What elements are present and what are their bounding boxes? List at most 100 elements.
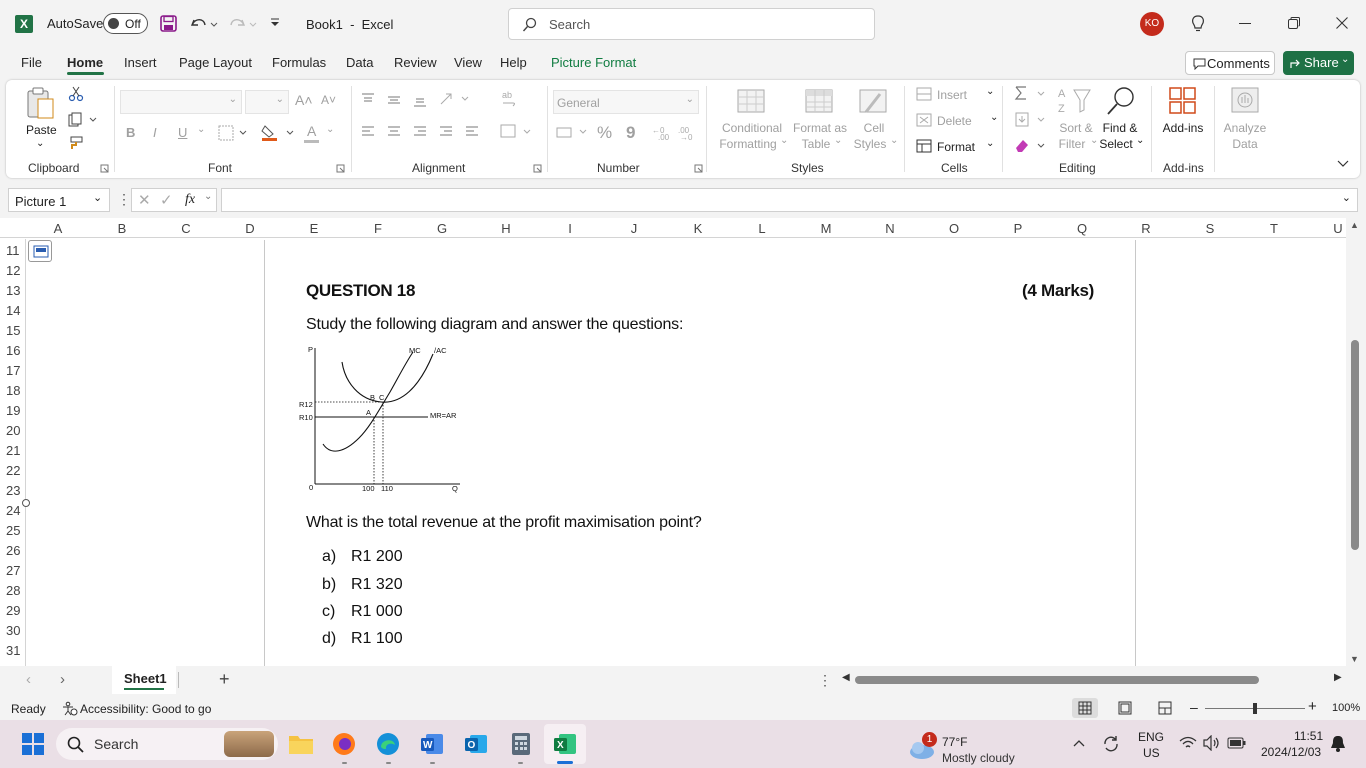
firefox-icon[interactable] — [332, 732, 356, 756]
row-header[interactable]: 26 — [0, 543, 26, 558]
fill-icon[interactable] — [1014, 112, 1048, 128]
bold-button[interactable]: B — [126, 125, 135, 140]
cell-styles-button[interactable]: Cell Styles ⌄ — [852, 86, 900, 156]
borders-icon[interactable] — [218, 125, 248, 141]
row-header[interactable]: 11 — [0, 243, 26, 258]
windows-start-icon[interactable] — [21, 732, 45, 756]
taskbar-excel-active[interactable]: X — [544, 724, 586, 764]
avatar[interactable]: KO — [1140, 12, 1164, 36]
scroll-left-icon[interactable]: ◀ — [842, 672, 850, 683]
weather-condition[interactable]: Mostly cloudy — [942, 751, 1015, 765]
column-header[interactable]: C — [176, 221, 196, 236]
column-header[interactable]: R — [1136, 221, 1156, 236]
language-label-2[interactable]: US — [1143, 746, 1160, 760]
accounting-format-icon[interactable] — [556, 126, 590, 140]
row-header[interactable]: 25 — [0, 523, 26, 538]
column-header[interactable]: Q — [1072, 221, 1092, 236]
more-options-icon[interactable]: ⋮ — [818, 672, 832, 689]
tab-formulas[interactable]: Formulas — [272, 55, 326, 70]
dialog-launcher-icon[interactable] — [336, 164, 345, 173]
row-header[interactable]: 21 — [0, 443, 26, 458]
tab-view[interactable]: View — [454, 55, 482, 70]
align-top-icon[interactable] — [360, 92, 440, 108]
orientation-icon[interactable] — [438, 91, 472, 107]
clock-date[interactable]: 2024/12/03 — [1261, 745, 1321, 759]
close-icon[interactable] — [1336, 17, 1348, 29]
tab-data[interactable]: Data — [346, 55, 373, 70]
column-header[interactable]: O — [944, 221, 964, 236]
clear-icon[interactable] — [1014, 138, 1048, 154]
name-box[interactable]: Picture 1 ⌄ — [8, 188, 110, 212]
sheet-tab-sheet1[interactable]: Sheet1 — [112, 666, 176, 694]
format-as-table-button[interactable]: Format as Table ⌄ — [790, 86, 850, 156]
number-format-dropdown[interactable]: General ⌄ — [553, 90, 699, 114]
font-size-dropdown[interactable]: ⌄ — [245, 90, 289, 114]
minimize-icon[interactable] — [1239, 23, 1251, 24]
insert-cells-button[interactable]: Insert ⌄ — [916, 86, 994, 106]
row-header[interactable]: 13 — [0, 283, 26, 298]
find-select-button[interactable]: Find & Select ⌄ — [1098, 84, 1144, 154]
wrap-text-icon[interactable]: ab — [502, 89, 518, 107]
accessibility-icon[interactable] — [62, 701, 78, 717]
column-header[interactable]: N — [880, 221, 900, 236]
outlook-icon[interactable]: O — [464, 732, 488, 756]
row-header[interactable]: 28 — [0, 583, 26, 598]
edge-icon[interactable] — [376, 732, 400, 756]
tab-insert[interactable]: Insert — [124, 55, 157, 70]
row-header[interactable]: 22 — [0, 463, 26, 478]
undo-icon[interactable] — [189, 14, 219, 34]
dialog-launcher-icon[interactable] — [694, 164, 703, 173]
increase-font-button[interactable]: A˄ — [295, 92, 313, 108]
dialog-launcher-icon[interactable] — [100, 164, 109, 173]
column-header[interactable]: S — [1200, 221, 1220, 236]
page-layout-view-icon[interactable] — [1118, 701, 1132, 715]
accessibility-status[interactable]: Accessibility: Good to go — [80, 702, 211, 716]
taskbar-search[interactable]: Search — [56, 728, 278, 760]
row-header[interactable]: 31 — [0, 643, 26, 658]
column-header[interactable]: U — [1328, 221, 1348, 236]
share-button[interactable]: Share ⌄ — [1283, 51, 1354, 75]
row-header[interactable]: 18 — [0, 383, 26, 398]
analyze-data-button[interactable]: Analyze Data — [1220, 84, 1270, 154]
tab-help[interactable]: Help — [500, 55, 527, 70]
underline-button[interactable]: U — [178, 125, 187, 140]
tab-review[interactable]: Review — [394, 55, 437, 70]
autosum-icon[interactable] — [1014, 86, 1048, 102]
language-label-1[interactable]: ENG — [1138, 730, 1164, 744]
page-break-view-icon[interactable] — [1158, 701, 1172, 715]
save-icon[interactable] — [160, 15, 177, 32]
font-color-button[interactable]: A — [307, 123, 316, 139]
comma-style-button[interactable]: 9 — [626, 123, 635, 143]
align-left-icon[interactable] — [360, 125, 490, 139]
column-header[interactable]: E — [304, 221, 324, 236]
row-header[interactable]: 14 — [0, 303, 26, 318]
cut-icon[interactable] — [68, 86, 84, 102]
row-header[interactable]: 19 — [0, 403, 26, 418]
percent-style-button[interactable]: % — [597, 123, 612, 143]
vertical-scrollbar[interactable]: ▲ ▼ — [1346, 218, 1366, 666]
row-header[interactable]: 17 — [0, 363, 26, 378]
column-header[interactable]: L — [752, 221, 772, 236]
normal-view-button[interactable] — [1072, 698, 1098, 718]
row-header[interactable]: 20 — [0, 423, 26, 438]
zoom-slider-thumb[interactable] — [1253, 703, 1257, 714]
italic-button[interactable]: I — [153, 125, 157, 140]
merge-center-icon[interactable] — [500, 124, 534, 140]
row-header[interactable]: 30 — [0, 623, 26, 638]
increase-decimal-icon[interactable]: ←0.00.00→0 — [652, 125, 698, 141]
column-header[interactable]: D — [240, 221, 260, 236]
scroll-thumb[interactable] — [1351, 340, 1359, 550]
search-box[interactable]: Search — [508, 8, 875, 40]
column-header[interactable]: P — [1008, 221, 1028, 236]
scroll-right-icon[interactable]: ▶ — [1334, 672, 1342, 683]
tab-page-layout[interactable]: Page Layout — [179, 55, 252, 70]
notification-bell-icon[interactable] — [1330, 735, 1346, 753]
zoom-out-icon[interactable]: – — [1190, 699, 1198, 715]
cancel-icon[interactable]: ✕ — [138, 191, 151, 209]
chevron-up-icon[interactable] — [1073, 739, 1085, 747]
column-header[interactable]: G — [432, 221, 452, 236]
dialog-launcher-icon[interactable] — [533, 164, 542, 173]
column-header[interactable]: F — [368, 221, 388, 236]
zoom-level[interactable]: 100% — [1332, 702, 1360, 714]
word-icon[interactable]: W — [420, 732, 444, 756]
